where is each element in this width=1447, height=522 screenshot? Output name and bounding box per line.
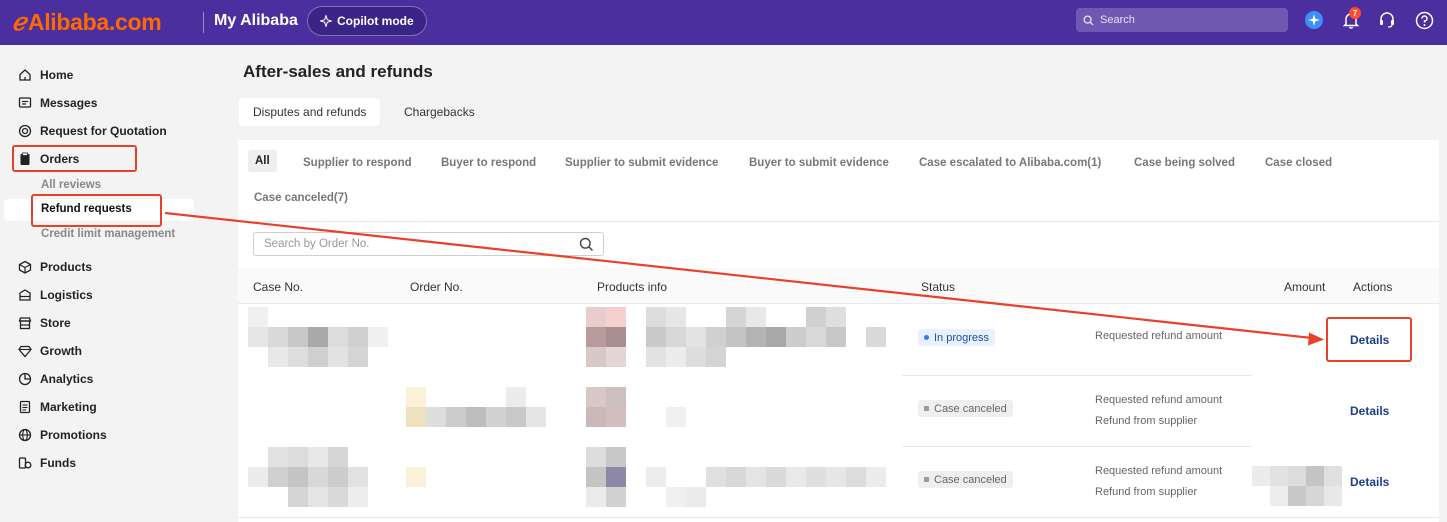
annotation-arrow [164, 211, 1324, 346]
